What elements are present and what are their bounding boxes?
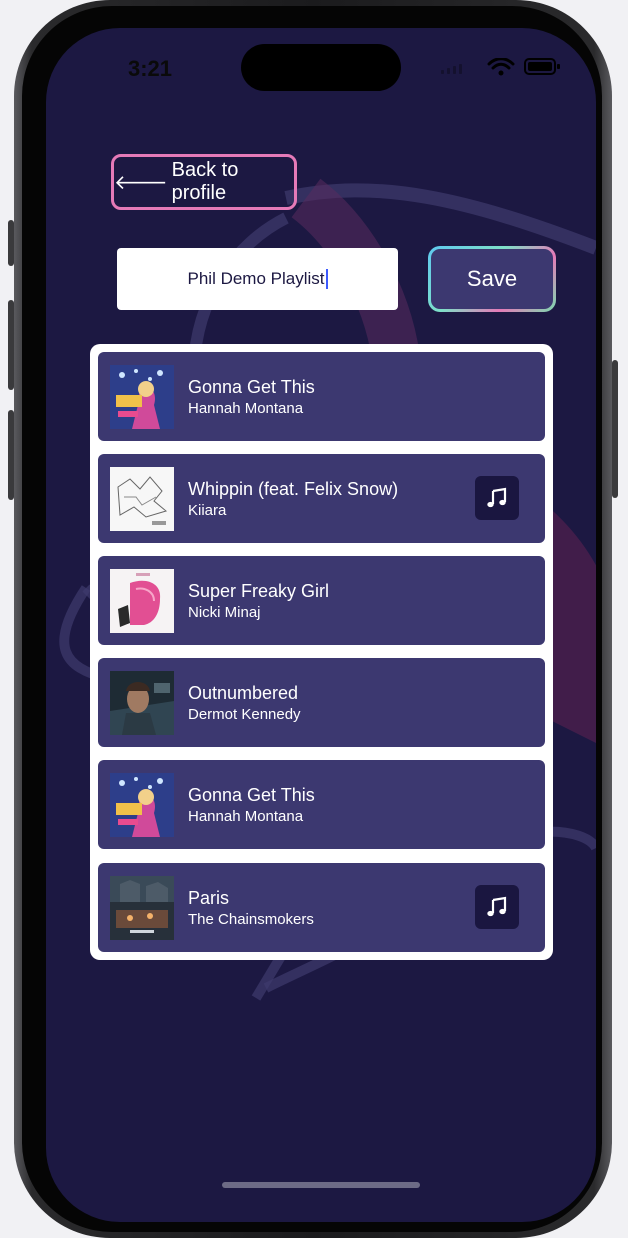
track-item[interactable]: Gonna Get This Hannah Montana <box>98 760 545 849</box>
track-artist: Nicki Minaj <box>188 604 261 621</box>
phone-bezel: 3:21 🡐 Back to profile Phil Demo Playlis… <box>22 6 602 1232</box>
app-screen: 3:21 🡐 Back to profile Phil Demo Playlis… <box>46 28 596 1222</box>
power-button <box>612 360 618 498</box>
track-item[interactable]: Gonna Get This Hannah Montana <box>98 352 545 441</box>
save-button[interactable]: Save <box>428 246 556 312</box>
album-cover <box>110 773 174 837</box>
track-title: Outnumbered <box>188 683 299 703</box>
track-artist: Hannah Montana <box>188 400 304 417</box>
play-preview-button[interactable] <box>475 885 519 929</box>
back-to-profile-label: Back to profile <box>171 159 239 204</box>
track-artist: The Chainsmokers <box>188 911 314 928</box>
back-to-profile-button[interactable]: 🡐 Back to profile <box>111 154 297 210</box>
album-cover <box>110 365 174 429</box>
track-artist: Dermot Kennedy <box>188 706 301 723</box>
track-item[interactable]: Super Freaky Girl Nicki Minaj <box>98 556 545 645</box>
play-preview-button[interactable] <box>475 476 519 520</box>
cellular-signal-icon <box>441 64 462 74</box>
track-title: Super Freaky Girl <box>188 581 330 601</box>
text-caret <box>325 269 328 289</box>
action-button <box>8 220 14 266</box>
album-cover <box>110 467 174 531</box>
wifi-icon <box>487 58 515 76</box>
album-cover <box>110 671 174 735</box>
album-cover <box>110 876 174 940</box>
track-item[interactable]: Paris The Chainsmokers <box>98 863 545 952</box>
track-item[interactable]: Whippin (feat. Felix Snow) Kiiara <box>98 454 545 543</box>
track-item[interactable]: Outnumbered Dermot Kennedy <box>98 658 545 747</box>
music-note-icon <box>487 487 507 508</box>
arrow-left-icon: 🡐 <box>114 170 168 194</box>
playlist-name-input[interactable]: Phil Demo Playlist <box>117 248 398 310</box>
status-time: 3:21 <box>128 56 173 81</box>
track-list: Gonna Get This Hannah Montana Whippin (f… <box>90 344 553 960</box>
album-cover <box>110 569 174 633</box>
track-artist: Kiiara <box>188 502 227 519</box>
dynamic-island <box>241 44 401 91</box>
track-title: Paris <box>188 888 230 908</box>
playlist-name-value: Phil Demo Playlist <box>187 269 325 288</box>
status-icons <box>441 58 560 76</box>
battery-icon <box>524 58 560 75</box>
track-title: Gonna Get This <box>188 377 315 397</box>
phone-frame: 3:21 🡐 Back to profile Phil Demo Playlis… <box>8 0 618 1238</box>
volume-up-button <box>8 300 14 390</box>
music-note-icon <box>487 896 507 917</box>
track-artist: Hannah Montana <box>188 808 304 825</box>
home-indicator[interactable] <box>222 1182 420 1188</box>
save-label: Save <box>431 249 553 309</box>
track-title: Gonna Get This <box>188 785 315 805</box>
volume-down-button <box>8 410 14 500</box>
track-title: Whippin (feat. Felix Snow) <box>188 479 399 499</box>
